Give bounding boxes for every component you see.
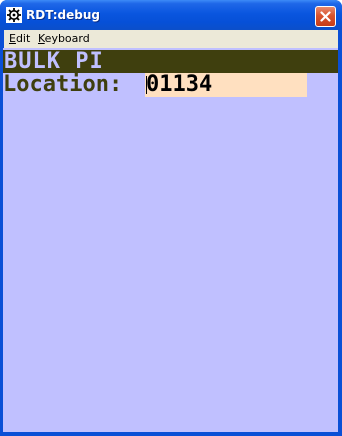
app-window: RDT:debug Edit Keyboard BULK PI Location… [0, 0, 342, 436]
menu-keyboard[interactable]: Keyboard [38, 32, 90, 46]
text-cursor [146, 76, 147, 94]
window-title: RDT:debug [26, 8, 100, 22]
screen-header: BULK PI [3, 50, 338, 73]
menu-keyboard-accelerator: K [38, 32, 45, 45]
location-label: Location: [3, 72, 123, 97]
menu-keyboard-label: eyboard [44, 32, 90, 45]
menu-bar: Edit Keyboard [4, 30, 338, 48]
close-icon [320, 11, 331, 22]
menu-edit-label: dit [15, 32, 31, 45]
menu-edit-accelerator: E [9, 32, 16, 45]
close-button[interactable] [315, 6, 336, 27]
gear-icon[interactable] [6, 7, 22, 23]
location-input[interactable] [145, 73, 307, 97]
title-bar[interactable]: RDT:debug [0, 0, 342, 30]
terminal-screen: BULK PI Location: [3, 48, 338, 432]
menu-edit[interactable]: Edit [9, 32, 30, 46]
screen-title: BULK PI [4, 49, 104, 74]
